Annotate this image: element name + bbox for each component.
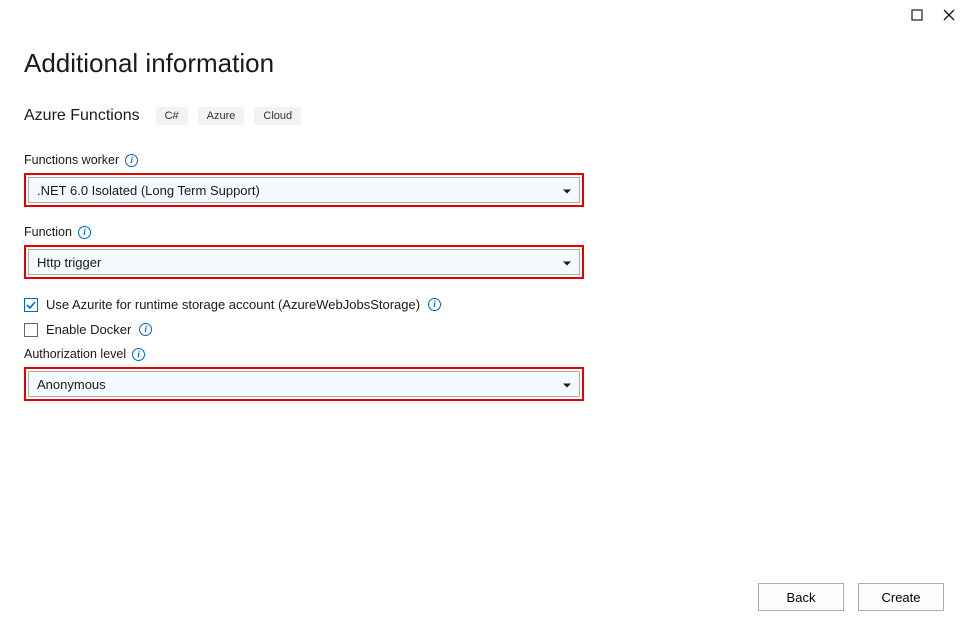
tag-csharp: C# (156, 107, 188, 125)
info-icon[interactable]: i (78, 226, 91, 239)
chevron-down-icon (563, 377, 571, 392)
create-button[interactable]: Create (858, 583, 944, 611)
function-value: Http trigger (37, 255, 101, 270)
project-type-label: Azure Functions (24, 107, 140, 125)
authorization-level-value: Anonymous (37, 377, 106, 392)
functions-worker-highlight: .NET 6.0 Isolated (Long Term Support) (24, 173, 584, 207)
use-azurite-checkbox[interactable] (24, 298, 38, 312)
tag-cloud: Cloud (254, 107, 301, 125)
info-icon[interactable]: i (125, 154, 138, 167)
info-icon[interactable]: i (139, 323, 152, 336)
function-label: Function (24, 225, 72, 239)
maximize-icon[interactable] (910, 8, 924, 22)
functions-worker-value: .NET 6.0 Isolated (Long Term Support) (37, 183, 260, 198)
chevron-down-icon (563, 183, 571, 198)
function-highlight: Http trigger (24, 245, 584, 279)
back-button[interactable]: Back (758, 583, 844, 611)
tag-azure: Azure (198, 107, 245, 125)
chevron-down-icon (563, 255, 571, 270)
info-icon[interactable]: i (132, 348, 145, 361)
page-title: Additional information (24, 48, 944, 79)
enable-docker-label: Enable Docker (46, 322, 131, 337)
authorization-level-select[interactable]: Anonymous (28, 371, 580, 397)
enable-docker-checkbox[interactable] (24, 323, 38, 337)
authorization-level-highlight: Anonymous (24, 367, 584, 401)
close-icon[interactable] (942, 8, 956, 22)
info-icon[interactable]: i (428, 298, 441, 311)
function-select[interactable]: Http trigger (28, 249, 580, 275)
authorization-level-label: Authorization level (24, 347, 126, 361)
functions-worker-select[interactable]: .NET 6.0 Isolated (Long Term Support) (28, 177, 580, 203)
functions-worker-label: Functions worker (24, 153, 119, 167)
use-azurite-label: Use Azurite for runtime storage account … (46, 297, 420, 312)
subtitle-row: Azure Functions C# Azure Cloud (24, 107, 944, 125)
